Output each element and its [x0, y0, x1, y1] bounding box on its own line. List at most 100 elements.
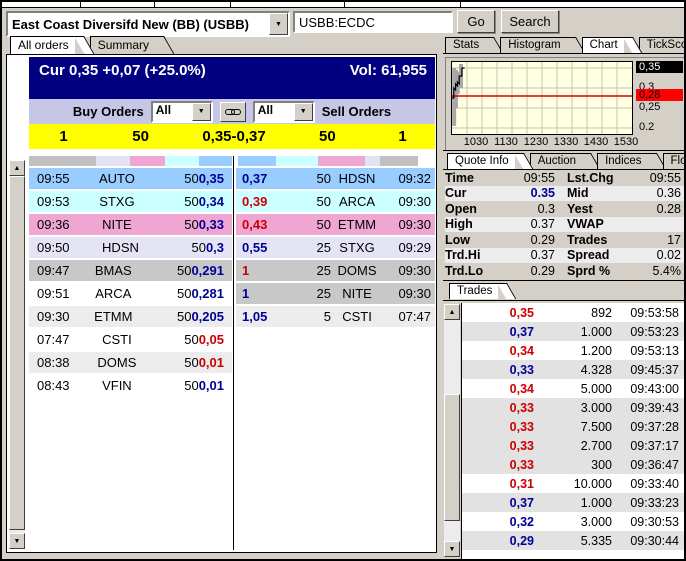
bid-qty: 50	[184, 171, 199, 186]
bid-time: 08:38	[37, 355, 70, 370]
book-tabs: All orders Summary	[10, 36, 170, 54]
book-scrollbar[interactable]: ▲ ▼	[9, 160, 25, 549]
trades-list: 0,35 892 09:53:58 0,37 1.000 09:53:23 0,34 1.20…	[461, 303, 684, 559]
scroll-up-button[interactable]: ▲	[9, 160, 25, 176]
chevron-down-icon[interactable]: ▼	[293, 102, 313, 121]
trade-qty: 5.335	[580, 533, 612, 548]
tab-summary[interactable]: Summary	[89, 36, 156, 54]
bid-time: 09:30	[37, 309, 70, 324]
ask-mm-name: ARCA	[338, 194, 376, 209]
bid-row[interactable]: 08:43 VFIN 50 0,01	[29, 375, 232, 396]
scroll-up-button[interactable]: ▲	[444, 304, 460, 320]
trade-time: 09:36:47	[630, 457, 679, 472]
bid-mm-name: BMAS	[94, 263, 132, 278]
search-button[interactable]: Search	[501, 10, 559, 33]
tab-tickscope[interactable]: TickScope	[638, 37, 684, 53]
tab-all-orders[interactable]: All orders	[10, 36, 75, 54]
y-tick-label: 0,28	[636, 89, 683, 101]
scrollbar-thumb[interactable]	[9, 176, 25, 530]
trade-time: 09:53:13	[630, 343, 679, 358]
bid-row[interactable]: 09:55 AUTO 50 0,35	[29, 168, 232, 189]
quote-value: 0.02	[656, 248, 681, 263]
link-filters-button[interactable]	[219, 101, 246, 122]
ask-row[interactable]: 0,43 50 ETMM 09:30	[236, 214, 435, 235]
ask-qty: 50	[316, 171, 331, 186]
depth-segment	[95, 156, 131, 166]
bid-mm-name: AUTO	[98, 171, 135, 186]
buy-orders-label: Buy Orders	[72, 104, 144, 119]
bid-time: 07:47	[37, 332, 70, 347]
bid-row[interactable]: 09:50 HDSN 50 0,3	[29, 237, 232, 258]
ask-time: 09:30	[398, 286, 431, 301]
bid-mm-name: DOMS	[97, 355, 137, 370]
depth-segment	[238, 156, 276, 166]
depth-segment	[164, 156, 200, 166]
ask-row[interactable]: 0,39 50 ARCA 09:30	[236, 191, 435, 212]
trade-time: 09:37:28	[630, 419, 679, 434]
quote-row: Trd.Hi 0.37 Spread 0.02	[445, 247, 684, 263]
bid-time: 08:43	[37, 378, 70, 393]
instrument-select[interactable]: East Coast Diversifd New (BB) (USBB) ▼	[6, 11, 290, 37]
bid-price: 0,05	[198, 332, 225, 347]
bid-row[interactable]: 09:36 NITE 50 0,33	[29, 214, 232, 235]
tab-auction[interactable]: Auction	[529, 153, 583, 169]
bid-row[interactable]: 07:47 CSTI 50 0,05	[29, 329, 232, 350]
trade-time: 09:37:17	[630, 438, 679, 453]
bid-row[interactable]: 09:47 BMAS 50 0,291	[29, 260, 232, 281]
trade-row[interactable]: 0,29 5.335 09:30:44	[462, 531, 684, 550]
tab-trades[interactable]: Trades	[449, 283, 499, 299]
ask-row[interactable]: 0,55 25 STXG 09:29	[236, 237, 435, 258]
trade-row[interactable]: 0,33 2.700 09:37:17	[462, 436, 684, 455]
bid-row[interactable]: 09:51 ARCA 50 0,281	[29, 283, 232, 304]
trade-row[interactable]: 0,34 5.000 09:43:00	[462, 379, 684, 398]
chevron-down-icon[interactable]: ▼	[269, 13, 288, 35]
trade-row[interactable]: 0,33 7.500 09:37:28	[462, 417, 684, 436]
trade-price: 0,33	[509, 419, 534, 434]
buy-filter-select[interactable]: All ▼	[150, 100, 213, 123]
bid-price: 0,34	[198, 194, 225, 209]
ask-row[interactable]: 0,37 50 HDSN 09:32	[236, 168, 435, 189]
scroll-down-button[interactable]: ▼	[444, 541, 460, 557]
trade-time: 09:30:53	[630, 514, 679, 529]
bid-row[interactable]: 08:38 DOMS 50 0,01	[29, 352, 232, 373]
book-center-divider	[233, 156, 234, 550]
trades-scrollbar[interactable]: ▲ ▼	[444, 304, 460, 557]
trade-row[interactable]: 0,33 3.000 09:39:43	[462, 398, 684, 417]
x-tick-label: 1430	[583, 136, 609, 148]
trade-row[interactable]: 0,34 1.200 09:53:13	[462, 341, 684, 360]
symbol-input[interactable]	[293, 11, 453, 33]
tab-indices[interactable]: Indices	[597, 153, 648, 169]
trade-row[interactable]: 0,32 3.000 09:30:53	[462, 512, 684, 531]
tab-quote-info[interactable]: Quote Info	[447, 153, 515, 169]
chevron-down-icon[interactable]: ▼	[191, 102, 211, 121]
link-icon	[224, 108, 241, 115]
view-tabs: Stats Histogram Chart TickScope	[445, 37, 684, 53]
trade-time: 09:53:23	[630, 324, 679, 339]
quote-label: Open	[445, 201, 477, 216]
tab-chart[interactable]: Chart	[581, 37, 624, 53]
ask-row[interactable]: 1,05 5 CSTI 07:47	[236, 306, 435, 327]
scrollbar-thumb[interactable]	[444, 394, 460, 521]
trade-row[interactable]: 0,33 4.328 09:45:37	[462, 360, 684, 379]
scroll-down-button[interactable]: ▼	[9, 533, 25, 549]
tab-flow[interactable]: Flow	[662, 153, 684, 169]
bid-mm-name: CSTI	[102, 332, 132, 347]
trade-time: 09:30:44	[630, 533, 679, 548]
ask-row[interactable]: 1 25 NITE 09:30	[236, 283, 435, 304]
trade-row[interactable]: 0,33 300 09:36:47	[462, 455, 684, 474]
tab-histogram[interactable]: Histogram	[500, 37, 567, 53]
ask-row[interactable]: 1 25 DOMS 09:30	[236, 260, 435, 281]
ask-time: 09:30	[398, 194, 431, 209]
trade-row[interactable]: 0,37 1.000 09:53:23	[462, 322, 684, 341]
sell-filter-select[interactable]: All ▼	[252, 100, 315, 123]
trade-row[interactable]: 0,35 892 09:53:58	[462, 303, 684, 322]
go-button[interactable]: Go	[457, 10, 495, 33]
bid-qty: 50	[184, 194, 199, 209]
bid-row[interactable]: 09:30 ETMM 50 0,205	[29, 306, 232, 327]
trade-row[interactable]: 0,31 10.000 09:33:40	[462, 474, 684, 493]
bid-row[interactable]: 09:53 STXG 50 0,34	[29, 191, 232, 212]
trade-row[interactable]: 0,37 1.000 09:33:23	[462, 493, 684, 512]
bid-time: 09:51	[37, 286, 70, 301]
trade-price: 0,32	[509, 514, 534, 529]
tab-stats[interactable]: Stats	[445, 37, 486, 53]
